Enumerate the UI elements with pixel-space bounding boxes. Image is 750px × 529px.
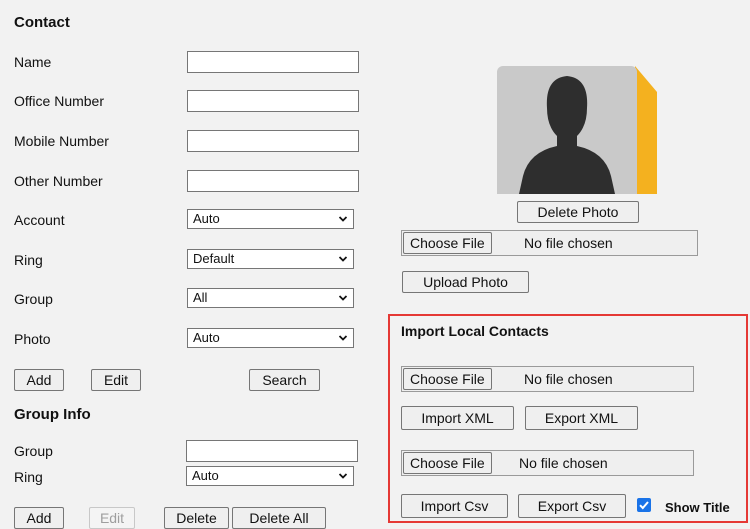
add-contact-button[interactable]: Add [14, 369, 64, 391]
contact-title: Contact [14, 14, 70, 31]
chevron-down-icon [339, 473, 347, 479]
contact-photo [497, 66, 657, 194]
edit-contact-button[interactable]: Edit [91, 369, 141, 391]
group-ring-select[interactable]: Auto [186, 466, 354, 486]
chevron-down-icon [339, 295, 347, 301]
photo-file-input[interactable]: Choose File No file chosen [401, 230, 698, 256]
account-select-value: Auto [193, 211, 220, 226]
other-number-label: Other Number [14, 173, 103, 189]
group-info-ring-label: Ring [14, 469, 43, 485]
upload-photo-button[interactable]: Upload Photo [402, 271, 529, 293]
avatar-icon [497, 66, 657, 194]
account-label: Account [14, 212, 65, 228]
xml-file-input[interactable]: Choose File No file chosen [401, 366, 694, 392]
delete-all-groups-button[interactable]: Delete All [232, 507, 326, 529]
photo-file-status: No file chosen [524, 235, 613, 251]
office-number-input[interactable] [187, 90, 359, 112]
show-title-label: Show Title [665, 500, 730, 515]
name-input[interactable] [187, 51, 359, 73]
group-name-input[interactable] [186, 440, 358, 462]
csv-file-input[interactable]: Choose File No file chosen [401, 450, 694, 476]
group-ring-select-value: Auto [192, 468, 219, 483]
import-local-contacts-title: Import Local Contacts [401, 323, 549, 339]
chevron-down-icon [339, 216, 347, 222]
ring-label: Ring [14, 252, 43, 268]
search-contact-button[interactable]: Search [249, 369, 320, 391]
group-select-value: All [193, 290, 208, 305]
edit-group-button[interactable]: Edit [89, 507, 135, 529]
import-csv-button[interactable]: Import Csv [401, 494, 508, 518]
photo-label: Photo [14, 331, 51, 347]
delete-photo-button[interactable]: Delete Photo [517, 201, 639, 223]
export-csv-button[interactable]: Export Csv [518, 494, 626, 518]
ring-select[interactable]: Default [187, 249, 354, 269]
export-xml-button[interactable]: Export XML [525, 406, 638, 430]
ring-select-value: Default [193, 251, 235, 266]
csv-file-status: No file chosen [519, 455, 608, 471]
csv-choose-file-button[interactable]: Choose File [403, 452, 492, 474]
other-number-input[interactable] [187, 170, 359, 192]
checkmark-icon [639, 501, 649, 510]
account-select[interactable]: Auto [187, 209, 354, 229]
import-xml-button[interactable]: Import XML [401, 406, 514, 430]
office-number-label: Office Number [14, 93, 104, 109]
photo-select[interactable]: Auto [187, 328, 354, 348]
group-select[interactable]: All [187, 288, 354, 308]
name-label: Name [14, 54, 52, 70]
photo-select-value: Auto [193, 330, 220, 345]
group-label: Group [14, 291, 53, 307]
delete-group-button[interactable]: Delete [164, 507, 229, 529]
show-title-checkbox[interactable] [637, 498, 651, 512]
chevron-down-icon [339, 335, 347, 341]
group-info-title: Group Info [14, 406, 91, 423]
xml-choose-file-button[interactable]: Choose File [403, 368, 492, 390]
add-group-button[interactable]: Add [14, 507, 64, 529]
mobile-number-label: Mobile Number [14, 133, 109, 149]
group-info-group-label: Group [14, 443, 53, 459]
mobile-number-input[interactable] [187, 130, 359, 152]
xml-file-status: No file chosen [524, 371, 613, 387]
photo-choose-file-button[interactable]: Choose File [403, 232, 492, 254]
chevron-down-icon [339, 256, 347, 262]
